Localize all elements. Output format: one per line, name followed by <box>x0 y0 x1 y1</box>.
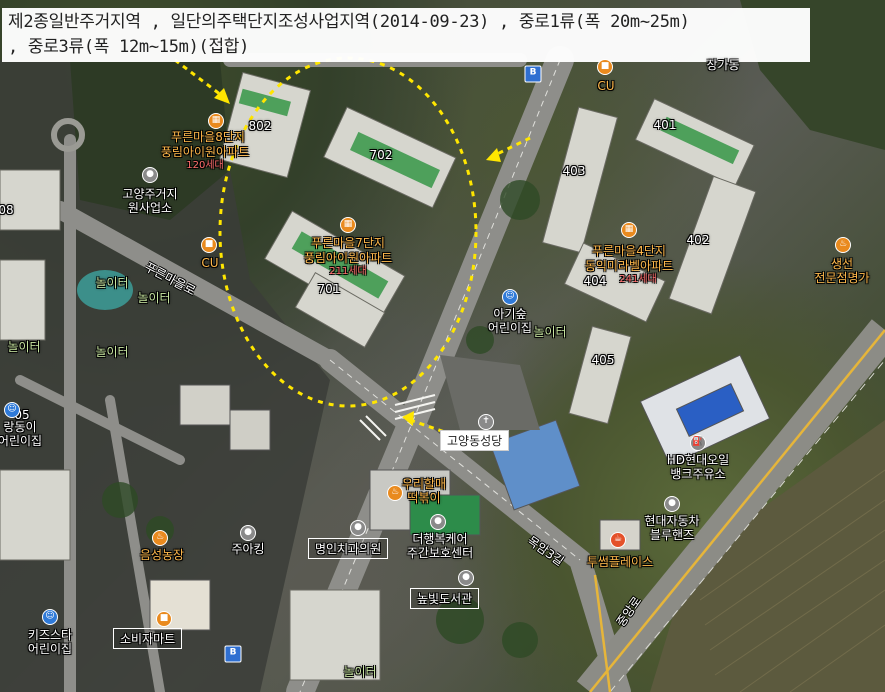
library-label[interactable]: 높빛도서관 <box>410 588 480 609</box>
complex-7-units: 211세대 <box>329 266 367 277</box>
complex-7-name[interactable]: 푸른마을7단지 <box>311 236 385 250</box>
office-icon[interactable]: ● <box>142 167 158 183</box>
store-icon[interactable]: ■ <box>201 237 217 253</box>
cafe-label[interactable]: 투썸플레이스 <box>587 555 653 569</box>
clinic-label[interactable]: 명인치과의원 <box>308 538 389 559</box>
complex-4-name[interactable]: 푸른마을4단지 <box>592 244 666 258</box>
daycare-icon[interactable]: ☺ <box>502 289 518 305</box>
complex-4-sub: 동익미라벨아파트 <box>584 259 674 273</box>
playground-label: 놀이터 <box>95 276 129 290</box>
gas-station-icon[interactable]: ⛽ <box>690 435 706 451</box>
complex-8-sub: 풍림아이원아파트 <box>160 145 250 159</box>
complex-8-name[interactable]: 푸른마을8단지 <box>171 130 245 144</box>
complex-8-units: 120세대 <box>186 160 224 171</box>
complex-4-units: 241세대 <box>619 274 657 285</box>
restaurant-label[interactable]: 생선 전문점명가 <box>814 257 869 285</box>
restaurant-icon[interactable]: ♨ <box>152 530 168 546</box>
place-label[interactable]: 장가동 <box>706 58 739 72</box>
store-icon[interactable]: ■ <box>597 59 613 75</box>
building-number: 403 <box>562 164 586 178</box>
building-number: 401 <box>653 118 677 132</box>
car-service-icon[interactable]: ● <box>664 496 680 512</box>
building-number: 802 <box>248 119 272 133</box>
car-service-label[interactable]: 현대자동차 블루핸즈 <box>644 514 699 542</box>
satellite-map[interactable]: 제2종일반주거지역 , 일단의주택단지조성사업지역(2014-09-23) , … <box>0 0 885 692</box>
care-center-icon[interactable]: ● <box>430 514 446 530</box>
building-icon[interactable]: ▦ <box>208 113 224 129</box>
restaurant-label[interactable]: 우리할매 떡볶이 <box>402 477 446 505</box>
building-number: 405 <box>591 353 615 367</box>
daycare-icon[interactable]: ☺ <box>42 609 58 625</box>
office-label[interactable]: 고양주거지 원사업소 <box>122 187 177 215</box>
building-number: 701 <box>317 282 341 296</box>
church-icon[interactable]: ✝ <box>478 414 494 430</box>
care-center-label[interactable]: 더행복케어 주간보호센터 <box>407 532 473 560</box>
playground-label: 놀이터 <box>533 325 567 339</box>
playground-label: 놀이터 <box>7 340 41 354</box>
playground-label: 놀이터 <box>343 665 377 679</box>
building-icon[interactable]: ▦ <box>621 222 637 238</box>
restaurant-label[interactable]: 음성농장 <box>140 548 184 562</box>
bus-stop-icon[interactable]: B <box>224 645 242 663</box>
gas-station-label[interactable]: HD현대오일 뱅크주유소 <box>667 453 729 481</box>
church-label[interactable]: 고양동성당 <box>440 430 510 451</box>
cu-store-label[interactable]: CU <box>597 79 614 93</box>
zoning-info-line2: , 중로3류(폭 12m~15m)(접합) <box>8 37 250 57</box>
playground-label: 놀이터 <box>137 291 171 305</box>
restaurant-icon[interactable]: ♨ <box>387 485 403 501</box>
clinic-icon[interactable]: ● <box>350 520 366 536</box>
parking-label[interactable]: 주아킹 <box>231 542 264 556</box>
building-number: 702 <box>369 148 393 162</box>
mart-label[interactable]: 소비자마트 <box>113 628 183 649</box>
zoning-info-line1: 제2종일반주거지역 , 일단의주택단지조성사업지역(2014-09-23) , … <box>8 12 690 32</box>
cafe-icon[interactable]: ☕ <box>610 532 626 548</box>
building-number: 404 <box>583 274 607 288</box>
restaurant-icon[interactable]: ♨ <box>835 237 851 253</box>
daycare-icon[interactable]: ☺ <box>4 402 20 418</box>
daycare-label[interactable]: 아기숲 어린이집 <box>488 307 532 335</box>
parking-icon[interactable]: ● <box>240 525 256 541</box>
bus-stop-icon[interactable]: B <box>524 65 542 83</box>
building-number: 08 <box>0 203 14 217</box>
cu-store-label[interactable]: CU <box>201 256 218 270</box>
complex-7-sub: 풍림아이원아파트 <box>303 251 393 265</box>
daycare-label[interactable]: 랑동이 어린이집 <box>0 420 42 448</box>
library-icon[interactable]: ● <box>458 570 474 586</box>
store-icon[interactable]: ■ <box>156 611 172 627</box>
playground-label: 놀이터 <box>95 345 129 359</box>
building-icon[interactable]: ▦ <box>340 217 356 233</box>
daycare-label[interactable]: 키즈스타 어린이집 <box>28 628 72 656</box>
building-number: 402 <box>686 233 710 247</box>
zoning-info-box: 제2종일반주거지역 , 일단의주택단지조성사업지역(2014-09-23) , … <box>2 8 810 62</box>
